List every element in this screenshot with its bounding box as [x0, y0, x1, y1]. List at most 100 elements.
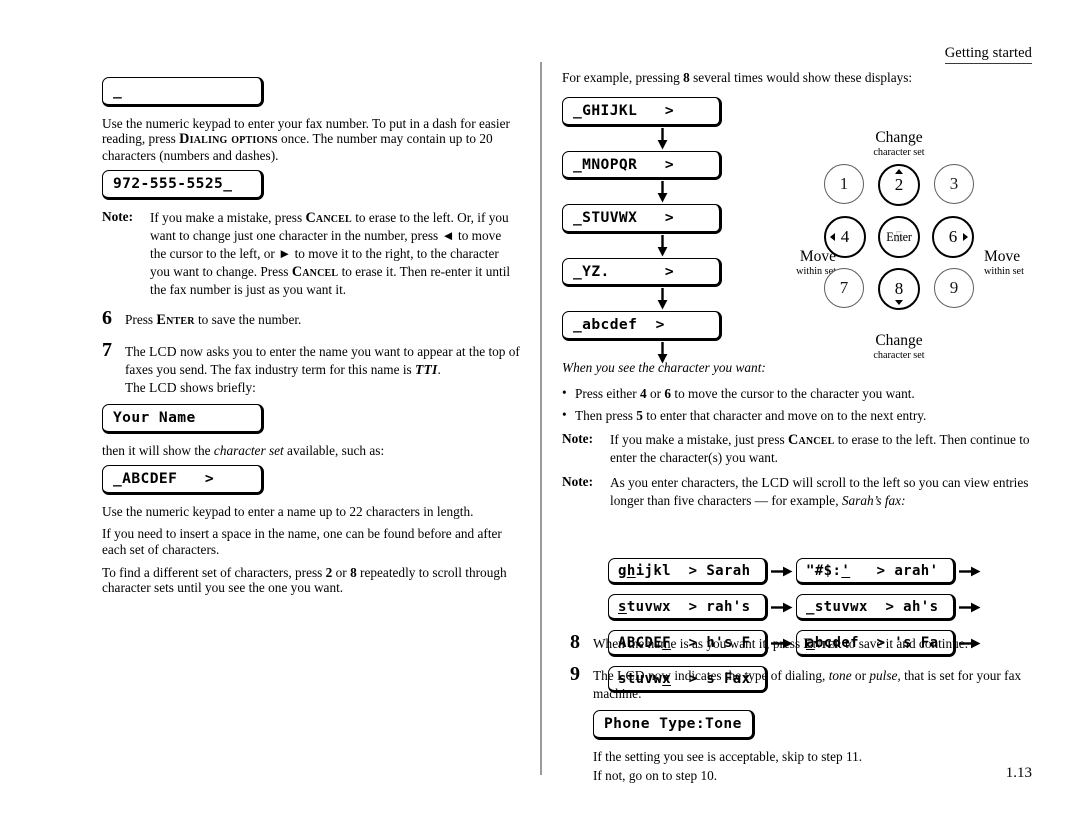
lcd-grid-row-1: ghijkl > Sarah "#$:' > arah' [608, 558, 1038, 585]
right-column-steps: 8 When the name is as you want it, press… [570, 631, 1032, 788]
keypad-key-3[interactable]: 3 [934, 164, 974, 204]
step8-part1: When the name is as you want it, press [593, 636, 804, 651]
note1-part1: If you make a mistake, press [150, 209, 306, 225]
column-divider [540, 62, 542, 775]
step-number-6: 6 [102, 306, 112, 329]
keypad-key-2-label: 2 [894, 175, 904, 194]
lcd-chain-item-0: _GHIJKL > [562, 97, 762, 127]
step7-part4: The [125, 379, 149, 395]
running-head: Getting started [944, 45, 1032, 64]
step7-part3: . [437, 361, 441, 377]
note-b-label: Note: [562, 473, 594, 489]
left-column: _ Use the numeric keypad to enter your f… [102, 70, 520, 603]
flow-arrow-right-2b [956, 602, 984, 613]
step-8-text: When the name is as you want it, press E… [593, 636, 968, 652]
document-page: Getting started _ Use the numeric keypad… [0, 0, 1080, 834]
lcd-display-mnopqr: _MNOPQR > [562, 150, 722, 181]
step-6: 6 Press Enter to save the number. [102, 307, 520, 329]
flow-arrow-right-1 [768, 566, 796, 577]
keypad-key-3-label: 3 [949, 174, 959, 193]
keypad-key-5-enter[interactable]: 5 Enter [878, 216, 920, 258]
step-6-text: Press Enter to save the number. [125, 311, 301, 328]
note-b-body: As you enter characters, the LCD will sc… [610, 475, 1028, 508]
step-number-7: 7 [102, 338, 112, 361]
keypad-key-2[interactable]: 2 [878, 164, 920, 206]
paragraph-22-chars: Use the numeric keypad to enter a name u… [102, 503, 474, 519]
pulse-italic: pulse, [869, 668, 901, 683]
key-8-ref-intro: 8 [683, 70, 690, 85]
lcd-1b-post: > arah' [850, 563, 939, 579]
step-7: 7 The LCD now asks you to enter the name… [102, 339, 520, 397]
lcd-phone-type-wrap: Phone Type:Tone [593, 710, 1032, 740]
keypad-caption-right-title: Move [984, 248, 1021, 265]
step6-part1: Press [125, 311, 157, 327]
lcd-display-chain: _GHIJKL > _MNOPQR > _STUVWX > _YZ. > _ab… [562, 97, 762, 365]
step9-mid: or [851, 668, 870, 683]
flow-arrow-right-1b [956, 566, 984, 577]
keypad-key-4[interactable]: 4 [824, 216, 866, 258]
closing-line-1: If the setting you see is acceptable, sk… [593, 748, 863, 764]
bullet-move-cursor: Press either 4 or 6 to move the cursor t… [562, 385, 1032, 402]
step7-part5: shows briefly: [176, 379, 256, 395]
dialing-options-key: Dialing options [179, 131, 278, 148]
lcd-1a-cursor: h [626, 563, 636, 579]
note-body: If you make a mistake, press Cancel to e… [150, 210, 510, 297]
keypad-caption-top-sub: character set [873, 146, 925, 158]
bullet2-part2: to enter that character and move on to t… [642, 408, 927, 424]
bullet1-part2: to move the cursor to the character you … [671, 385, 915, 401]
lcd-display-ghijkl: _GHIJKL > [562, 97, 722, 127]
lcd-2a-post: tuvwx > rah's [626, 599, 751, 615]
cancel-key-2: Cancel [291, 263, 339, 280]
keypad-key-8-label: 8 [894, 279, 904, 298]
keypad-key-4-label: 4 [840, 227, 850, 246]
lcd-2b-pre: _stuvwx > ah's [806, 599, 939, 615]
bullet1-mid: or [646, 385, 665, 401]
lcd-your-name-wrap: Your Name [102, 403, 520, 434]
step9-part2: now indicates the type of dialing, [644, 668, 829, 683]
keypad-row-2: 4 5 Enter 6 [824, 216, 974, 258]
lcd-chain-item-3: _YZ. > [562, 257, 762, 288]
keypad-row-3: 7 8 9 [824, 268, 974, 310]
lcd-abbr: LCD [149, 343, 177, 359]
keypad-key-7[interactable]: 7 [824, 268, 864, 308]
note-a-part1: If you make a mistake, just press [610, 431, 788, 447]
lcd-example-1a: ghijkl > Sarah [608, 558, 768, 585]
sarahs-fax-italic: Sarah’s fax: [841, 492, 906, 508]
lcd-display-phone-type: Phone Type:Tone [593, 710, 755, 740]
keypad-key-8[interactable]: 8 [878, 268, 920, 310]
enter-key: Enter [156, 311, 195, 328]
keypad-caption-top: Change character set [834, 129, 964, 159]
lcd-chain-item-1: _MNOPQR > [562, 150, 762, 181]
triangle-left-icon [830, 233, 835, 241]
lcd-empty-wrap: _ [102, 77, 520, 107]
keypad-key-1[interactable]: 1 [824, 164, 864, 204]
step-7-text: The LCD now asks you to enter the name y… [125, 344, 520, 395]
step7-part2: now asks you to enter the name you want … [125, 343, 520, 377]
step-9-text: The LCD now indicates the type of dialin… [593, 668, 1021, 701]
lcd-example-1b: "#$:' > arah' [796, 558, 956, 585]
note-scroll: Note: As you enter characters, the LCD w… [562, 474, 1032, 510]
tti-abbr: TTI [415, 361, 438, 377]
lcd-chain-item-2: _STUVWX > [562, 204, 762, 234]
keypad-caption-right: Move within set [984, 248, 1064, 278]
flow-arrow-down-1 [562, 180, 762, 204]
intro-part2: several times would show these displays: [689, 70, 913, 85]
keypad-key-9[interactable]: 9 [934, 268, 974, 308]
keypad-key-1-label: 1 [839, 174, 849, 193]
flow-arrow-down-0 [562, 127, 762, 151]
triangle-down-icon [895, 300, 903, 305]
tone-italic: tone [828, 668, 852, 683]
para-scroll-mid: or [332, 564, 351, 580]
keypad-key-6[interactable]: 6 [932, 216, 974, 258]
triangle-up-icon [895, 169, 903, 174]
step-number-9: 9 [570, 663, 580, 685]
keypad-caption-top-title: Change [875, 129, 923, 146]
note-b-part1: As you enter characters, the [610, 474, 762, 490]
lcd-grid-row-2: stuvwx > rah's _stuvwx > ah's [608, 594, 1038, 621]
keypad-key-5-label: Enter [886, 229, 912, 244]
right-column-instructions: When you see the character you want: Pre… [562, 360, 1032, 517]
paragraph-scroll-sets: To find a different set of characters, p… [102, 565, 520, 596]
flow-arrow-down-2 [562, 234, 762, 258]
lcd-display-abcdef-lower: _abcdef > [562, 311, 722, 341]
lcd-display-empty: _ [102, 77, 264, 107]
